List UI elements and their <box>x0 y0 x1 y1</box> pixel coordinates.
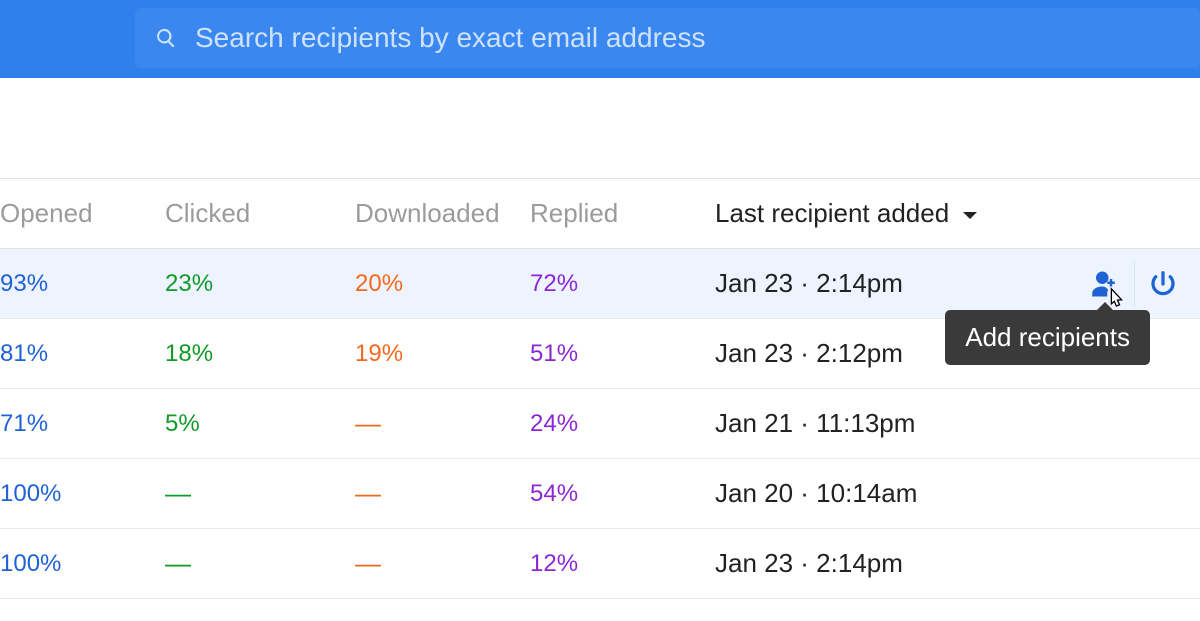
cell-clicked: 18% <box>165 340 213 367</box>
column-header-last-added-label: Last recipient added <box>715 198 949 228</box>
cell-downloaded: — <box>355 548 381 578</box>
cell-replied: 51% <box>530 340 578 367</box>
table-row[interactable]: 71% 5% — 24% Jan 21 · 11:13pm <box>0 389 1200 459</box>
cell-opened: 100% <box>0 550 61 577</box>
column-header-opened[interactable]: Opened <box>0 179 165 249</box>
cell-downloaded: 19% <box>355 340 403 367</box>
cell-last-added: Jan 23 · 2:14pm <box>715 548 903 578</box>
cell-last-added: Jan 23 · 2:12pm <box>715 338 903 368</box>
cell-clicked: 5% <box>165 410 200 437</box>
cell-replied: 12% <box>530 550 578 577</box>
cell-downloaded: — <box>355 478 381 508</box>
cell-clicked: — <box>165 548 191 578</box>
cell-clicked: 23% <box>165 270 213 297</box>
search-input[interactable] <box>195 22 1180 54</box>
user-plus-icon <box>1091 269 1121 299</box>
add-recipients-button[interactable] <box>1078 262 1134 306</box>
power-icon <box>1148 269 1178 299</box>
cell-downloaded: 20% <box>355 270 403 297</box>
search-icon <box>155 27 177 49</box>
top-bar <box>0 0 1200 78</box>
search-field[interactable] <box>135 8 1200 68</box>
cell-last-added: Jan 23 · 2:14pm <box>715 268 903 298</box>
column-header-clicked[interactable]: Clicked <box>165 179 355 249</box>
cell-opened: 93% <box>0 270 48 297</box>
cell-clicked: — <box>165 478 191 508</box>
cell-downloaded: — <box>355 408 381 438</box>
cell-replied: 54% <box>530 480 578 507</box>
cell-last-added: Jan 20 · 10:14am <box>715 478 917 508</box>
table-row[interactable]: 100% — — 54% Jan 20 · 10:14am <box>0 459 1200 529</box>
cell-opened: 100% <box>0 480 61 507</box>
table-header-row: Opened Clicked Downloaded Replied Last r… <box>0 179 1200 249</box>
column-header-actions <box>1030 179 1200 249</box>
cell-opened: 71% <box>0 410 48 437</box>
tooltip-add-recipients: Add recipients <box>945 310 1150 365</box>
table-row[interactable]: 100% — — 12% Jan 23 · 2:14pm <box>0 529 1200 599</box>
table-row[interactable]: 93% 23% 20% 72% Jan 23 · 2:14pm <box>0 249 1200 319</box>
column-header-last-added[interactable]: Last recipient added <box>715 179 1030 249</box>
column-header-downloaded[interactable]: Downloaded <box>355 179 530 249</box>
caret-down-icon <box>962 198 978 229</box>
cell-last-added: Jan 21 · 11:13pm <box>715 408 915 438</box>
recipients-table: Opened Clicked Downloaded Replied Last r… <box>0 178 1200 599</box>
cell-replied: 72% <box>530 270 578 297</box>
power-button[interactable] <box>1134 262 1190 306</box>
cell-opened: 81% <box>0 340 48 367</box>
column-header-replied[interactable]: Replied <box>530 179 715 249</box>
cell-replied: 24% <box>530 410 578 437</box>
